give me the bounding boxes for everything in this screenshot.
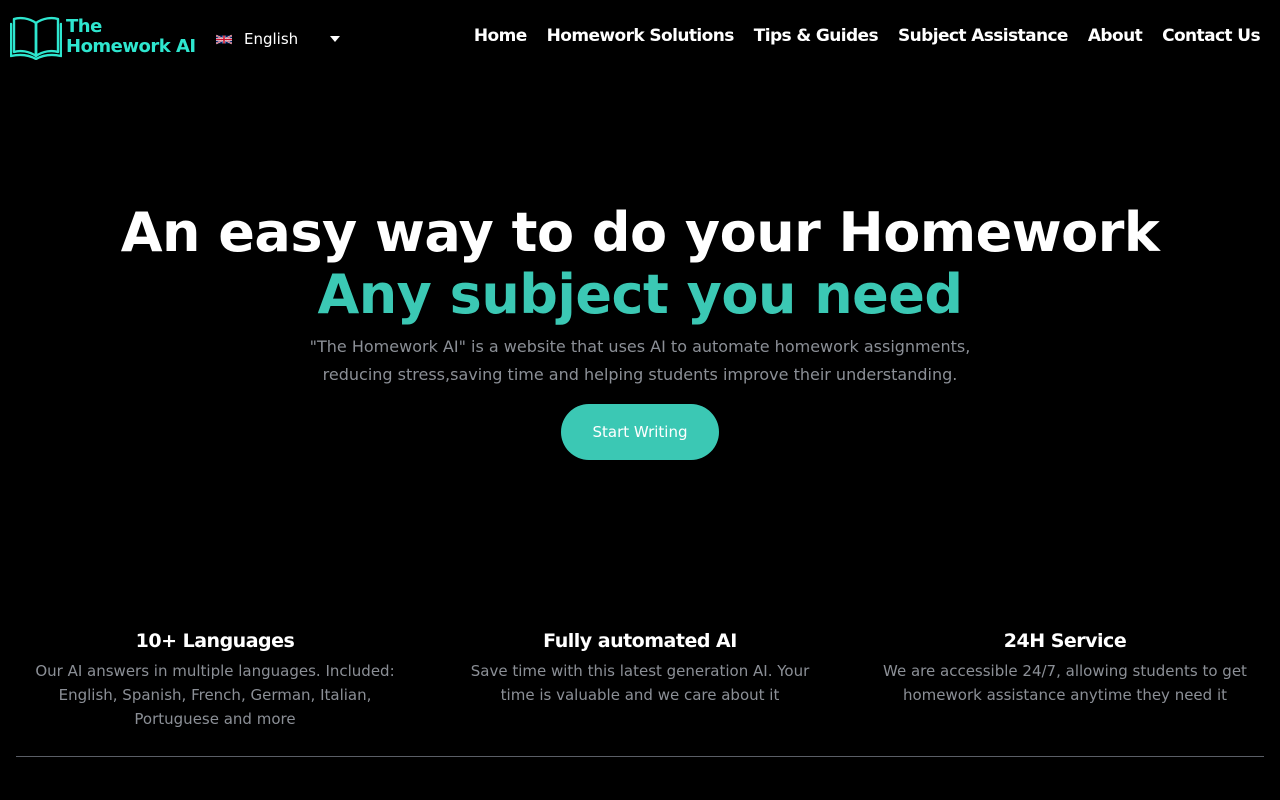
- language-label: English: [244, 30, 299, 48]
- language-selector[interactable]: English: [216, 29, 342, 49]
- feature-title: 10+ Languages: [135, 630, 295, 652]
- feature-title: 24H Service: [1003, 630, 1127, 652]
- brand-name: The Homework AI: [66, 17, 196, 57]
- nav-home[interactable]: Home: [474, 26, 527, 46]
- page: The Homework AI English Home Homework So…: [0, 0, 1280, 800]
- feature-languages: 10+ Languages Our AI answers in multiple…: [30, 628, 400, 731]
- nav-subject-assistance[interactable]: Subject Assistance: [898, 26, 1068, 46]
- feature-24h-service: 24H Service We are accessible 24/7, allo…: [880, 628, 1250, 707]
- chevron-down-icon: [330, 36, 340, 42]
- nav-homework-solutions[interactable]: Homework Solutions: [547, 26, 735, 46]
- nav-tips-guides[interactable]: Tips & Guides: [754, 26, 879, 46]
- feature-automated-ai: Fully automated AI Save time with this l…: [455, 628, 825, 707]
- open-book-icon: [10, 16, 62, 60]
- hero-subtitle: Any subject you need: [317, 263, 963, 326]
- uk-flag-icon: [216, 34, 232, 44]
- hero-description: "The Homework AI" is a website that uses…: [309, 337, 971, 384]
- nav-about[interactable]: About: [1088, 26, 1143, 46]
- main-nav: Home Homework Solutions Tips & Guides Su…: [474, 26, 1261, 46]
- feature-text: Our AI answers in multiple languages. In…: [35, 662, 395, 728]
- brand-line-2: Homework AI: [66, 36, 196, 57]
- brand-line-1: The: [66, 16, 102, 37]
- site-logo[interactable]: The Homework AI: [10, 14, 196, 60]
- feature-title: Fully automated AI: [543, 630, 737, 652]
- section-divider: [16, 756, 1264, 757]
- feature-text: Save time with this latest generation AI…: [470, 662, 810, 704]
- nav-contact-us[interactable]: Contact Us: [1162, 26, 1261, 46]
- start-writing-button[interactable]: Start Writing: [561, 404, 719, 460]
- hero-title: An easy way to do your Homework: [120, 201, 1160, 264]
- feature-text: We are accessible 24/7, allowing student…: [883, 662, 1247, 704]
